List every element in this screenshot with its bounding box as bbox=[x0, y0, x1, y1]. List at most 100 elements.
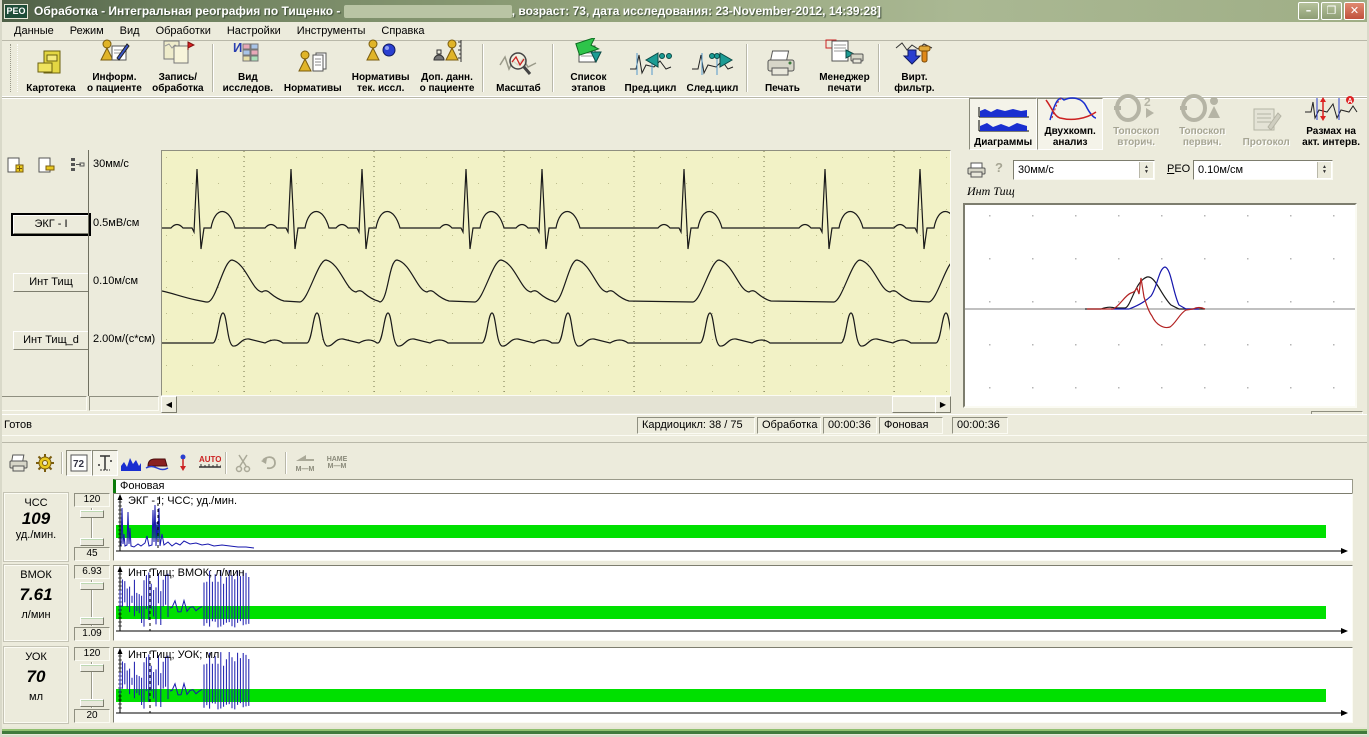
horizontal-divider bbox=[0, 435, 1369, 443]
channel-list-icon[interactable] bbox=[68, 156, 86, 177]
toolbar-separator bbox=[225, 452, 227, 474]
range-max: 120 bbox=[74, 493, 110, 507]
sweep-spinner[interactable]: 30мм/с ▲▼ bbox=[1013, 160, 1155, 180]
extra-patient-data-button[interactable]: Доп. данн. о пациенте bbox=[415, 40, 480, 96]
taskbar-edge bbox=[0, 727, 1369, 737]
menu-dannye[interactable]: Данные bbox=[6, 23, 62, 39]
add-page-icon[interactable] bbox=[6, 156, 24, 177]
smoothing-button[interactable] bbox=[144, 450, 170, 476]
study-view-button[interactable]: И Вид исследов. bbox=[217, 40, 279, 96]
slider-thumb-upper[interactable] bbox=[80, 582, 104, 590]
trends-settings-button[interactable] bbox=[32, 450, 58, 476]
trends-print-button[interactable] bbox=[6, 450, 32, 476]
prev-cycle-button[interactable]: Пред.цикл bbox=[619, 40, 681, 96]
protocol-icon bbox=[1246, 105, 1286, 136]
norms-button[interactable]: Нормативы bbox=[279, 40, 347, 96]
next-cycle-icon bbox=[690, 49, 734, 82]
menu-spravka[interactable]: Справка bbox=[373, 23, 432, 39]
app-icon: РЕО bbox=[4, 4, 28, 19]
menu-instrumenty[interactable]: Инструменты bbox=[289, 23, 374, 39]
trends-toolbar: 72 AUTO М—М НАМЕМ—М bbox=[6, 447, 354, 479]
trend-chart-bmok[interactable]: Инт Тищ; ВМОК; л/мин bbox=[113, 565, 1353, 641]
slider-thumb-lower[interactable] bbox=[80, 699, 104, 707]
range-max: 120 bbox=[74, 647, 110, 661]
study-view-icon: И bbox=[231, 38, 265, 71]
next-cycle-button[interactable]: След.цикл bbox=[681, 40, 743, 96]
panel-footer-box bbox=[1, 396, 87, 411]
maximize-button[interactable]: ❐ bbox=[1321, 2, 1342, 20]
cycle-chart[interactable] bbox=[963, 203, 1357, 408]
caliper-button[interactable] bbox=[92, 450, 118, 476]
cycle-traces bbox=[965, 205, 1355, 406]
window-title: Обработка - Интегральная реография по Ти… bbox=[34, 4, 881, 18]
minimize-button[interactable]: – bbox=[1298, 2, 1319, 20]
waveform-chart[interactable] bbox=[161, 150, 951, 396]
spinner-arrows-icon[interactable]: ▲▼ bbox=[1317, 162, 1331, 178]
trend-chart-label: Инт Тищ; УОК; мл bbox=[128, 649, 219, 661]
scale-icon bbox=[498, 49, 538, 82]
channel-button-ecg[interactable]: ЭКГ - I bbox=[13, 215, 89, 234]
slider-thumb-lower[interactable] bbox=[80, 538, 104, 546]
status-mode: Обработка bbox=[757, 417, 821, 434]
menu-rezhim[interactable]: Режим bbox=[62, 23, 112, 39]
trends-panel: 72 AUTO М—М НАМЕМ—М Фоновая ЧСС 109 уд./… bbox=[0, 443, 1369, 727]
range-active-interval-icon: A bbox=[1303, 94, 1359, 125]
two-component-analysis-button[interactable]: Двухкомп. анализ bbox=[1037, 98, 1103, 150]
param-name: ЧСС bbox=[5, 497, 67, 509]
trend-chart-hr[interactable]: ЭКГ - I; ЧСС; уд./мин. bbox=[113, 493, 1353, 561]
scale-button[interactable]: Масштаб bbox=[487, 40, 549, 96]
auto-scale-button[interactable]: AUTO bbox=[196, 450, 222, 476]
reo-deriv-scale-label: 2.00м/(с*см) bbox=[93, 333, 155, 345]
channel-button-int-tishch-d[interactable]: Инт Тищ_d bbox=[13, 331, 89, 350]
slider-thumb-upper[interactable] bbox=[80, 664, 104, 672]
menu-vid[interactable]: Вид bbox=[112, 23, 148, 39]
status-mode-time: 00:00:36 bbox=[823, 417, 877, 434]
svg-text:72: 72 bbox=[73, 459, 85, 470]
status-bar: Готов Кардиоцикл: 38 / 75 Обработка 00:0… bbox=[0, 414, 1369, 435]
record-process-button[interactable]: Запись/ обработка bbox=[147, 40, 209, 96]
norms-current-button[interactable]: Нормативы тек. иссл. bbox=[347, 40, 415, 96]
histogram-button[interactable] bbox=[118, 450, 144, 476]
waveform-hscrollbar[interactable]: ◀ ▶ bbox=[161, 396, 951, 413]
two-component-analysis-icon bbox=[1042, 94, 1098, 125]
trend-chart-uok[interactable]: Инт Тищ; УОК; мл bbox=[113, 647, 1353, 723]
card-file-button[interactable]: Картотека bbox=[20, 40, 82, 96]
param-value: 7.61 bbox=[5, 585, 67, 605]
reo-scale-spinner[interactable]: 0.10м/см ▲▼ bbox=[1193, 160, 1333, 180]
scroll-right-icon[interactable]: ▶ bbox=[935, 396, 951, 413]
status-ready: Готов bbox=[4, 419, 32, 431]
remove-page-icon[interactable] bbox=[37, 156, 55, 177]
print-manager-button[interactable]: Менеджер печати bbox=[813, 40, 875, 96]
panel-print-icon[interactable] bbox=[967, 162, 987, 181]
param-name: УОК bbox=[5, 651, 67, 663]
slider-thumb-upper[interactable] bbox=[80, 510, 104, 518]
panel-footer-box bbox=[89, 396, 159, 411]
stage-list-button[interactable]: Список этапов bbox=[557, 40, 619, 96]
menu-obrabotki[interactable]: Обработки bbox=[148, 23, 219, 39]
range-active-interval-button[interactable]: A Размах на акт. интерв. bbox=[1297, 98, 1365, 150]
help-icon[interactable]: ? bbox=[995, 160, 1003, 175]
svg-text:2: 2 bbox=[1144, 95, 1151, 109]
range-min: 1.09 bbox=[74, 627, 110, 641]
patient-info-button[interactable]: Информ. о пациенте bbox=[82, 40, 147, 96]
close-button[interactable]: ✕ bbox=[1344, 2, 1365, 20]
set-marker-button[interactable] bbox=[170, 450, 196, 476]
diagrams-button[interactable]: Диаграммы bbox=[969, 98, 1037, 150]
virtual-filter-button[interactable]: Вирт. фильтр. bbox=[883, 40, 945, 96]
channel-button-int-tishch[interactable]: Инт Тищ bbox=[13, 273, 89, 292]
trend-plot bbox=[114, 648, 1350, 720]
menu-nastroyki[interactable]: Настройки bbox=[219, 23, 289, 39]
scroll-left-icon[interactable]: ◀ bbox=[161, 396, 177, 413]
sweep-value: 30мм/с bbox=[1018, 164, 1054, 176]
interval-bounds-button: М—М bbox=[290, 450, 320, 476]
main-toolbar: Картотека Информ. о пациенте Запись/ обр… bbox=[0, 40, 1369, 97]
norms-current-icon bbox=[364, 38, 398, 71]
param-value: 109 bbox=[5, 509, 67, 529]
param-panel-uok: УОК 70 мл bbox=[4, 647, 68, 723]
spinner-arrows-icon[interactable]: ▲▼ bbox=[1139, 162, 1153, 178]
print-button[interactable]: Печать bbox=[751, 40, 813, 96]
reo-spinner-label: РЕО bbox=[1167, 163, 1190, 175]
toolbar-separator bbox=[878, 44, 880, 92]
grid-72-button[interactable]: 72 bbox=[66, 450, 92, 476]
slider-thumb-lower[interactable] bbox=[80, 617, 104, 625]
